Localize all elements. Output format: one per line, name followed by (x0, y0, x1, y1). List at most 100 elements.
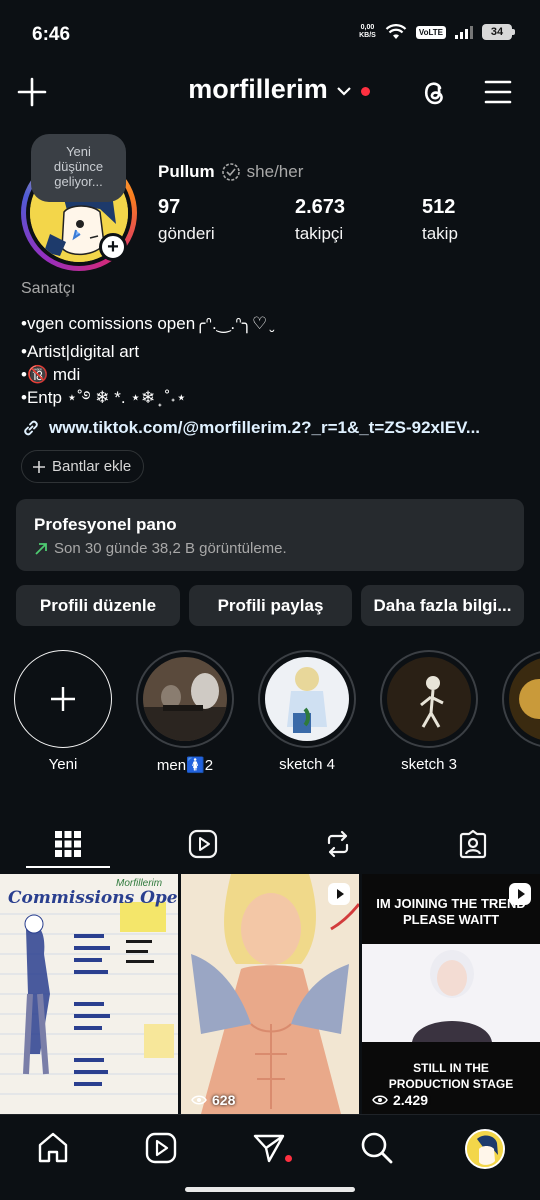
new-highlight[interactable]: Yeni (14, 650, 112, 773)
note-line: Yeni (66, 144, 91, 159)
highlight-item[interactable]: sketch 3 (380, 650, 478, 773)
note-bubble[interactable]: Yeni düşünce geliyor... (31, 134, 126, 202)
highlight-item[interactable]: men🚺2 (136, 650, 234, 774)
post-brand: Morfillerim (116, 878, 163, 889)
volte-badge: VoLTE (415, 25, 446, 39)
bio-link-text: www.tiktok.com/@morfillerim.2?_r=1&_t=ZS… (49, 418, 481, 437)
profile-tabs (0, 818, 540, 870)
repost-icon (327, 830, 348, 858)
chevron-down-icon (336, 87, 351, 96)
home-icon[interactable] (36, 1131, 70, 1165)
display-name-row: Pullum she/her (158, 162, 303, 182)
highlight-cover (509, 657, 540, 741)
signal-icon (455, 26, 473, 39)
stat-posts[interactable]: 97 gönderi (158, 196, 215, 244)
professional-dashboard[interactable]: Profesyonel pano Son 30 günde 38,2 B gör… (16, 499, 524, 571)
edit-profile-button[interactable]: Profili düzenle (16, 585, 180, 626)
note-line: geliyor... (54, 174, 103, 189)
add-banners-chip[interactable]: Bantlar ekle (21, 450, 145, 483)
username-title: morfillerim (188, 74, 328, 104)
bio: •vgen comissions open╭ᐢ.‿.ᐢ╮♡ ̮ •Artist|… (21, 312, 272, 409)
tab-reels[interactable] (135, 818, 270, 870)
direct-message-icon[interactable] (252, 1131, 286, 1165)
status-time: 6:46 (32, 24, 71, 45)
tab-tagged[interactable] (405, 818, 540, 870)
tab-reposts[interactable] (270, 818, 405, 870)
stat-value: 512 (422, 196, 456, 218)
link-icon (24, 420, 38, 436)
highlight-item[interactable]: sketch 4 (258, 650, 356, 773)
threads-badge-icon (221, 163, 240, 181)
post-views: 628 (191, 1092, 235, 1108)
account-switcher[interactable]: morfillerim (0, 74, 540, 105)
play-views-icon (372, 1095, 388, 1105)
wifi-icon (385, 24, 407, 39)
highlight-label: men🚺2 (156, 757, 214, 774)
dashboard-title: Profesyonel pano (34, 515, 177, 534)
share-profile-button[interactable]: Profili paylaş (189, 585, 352, 626)
bio-line: •Artist|digital art (21, 342, 140, 361)
status-bar: 6:46 0,00 KB/S VoLTE 34 (0, 0, 540, 72)
bio-line: •🔞 mdi (21, 365, 81, 384)
profile-tab-avatar[interactable] (465, 1129, 505, 1169)
post-thumbnail[interactable]: Commissions Open Morfillerim (0, 874, 178, 1114)
bio-line: •vgen comissions open╭ᐢ.‿.ᐢ╮♡ ̮ (21, 314, 272, 333)
tab-grid[interactable] (0, 818, 135, 870)
active-tab-indicator (26, 866, 110, 868)
post-bottom-text: STILL IN THE PRODUCTION STAGE (388, 1061, 514, 1091)
profile-actions: Profili düzenle Profili paylaş Daha fazl… (16, 585, 524, 626)
reels-nav-icon[interactable] (144, 1131, 178, 1165)
highlight-cover (265, 657, 349, 741)
home-indicator (185, 1187, 355, 1192)
reel-badge-icon (328, 883, 350, 905)
stat-value: 97 (158, 196, 181, 218)
stat-following[interactable]: 512 takip (422, 196, 458, 244)
note-line: düşünce (53, 159, 104, 174)
post-title: Commissions Open (8, 888, 178, 908)
highlight-item[interactable] (502, 650, 540, 748)
highlight-cover (387, 657, 471, 741)
dashboard-subtitle: Son 30 günde 38,2 B görüntüleme. (34, 540, 506, 557)
highlight-label: sketch 4 (279, 756, 335, 773)
menu-icon[interactable] (484, 78, 512, 106)
chip-label: Bantlar ekle (52, 458, 132, 475)
tagged-icon (459, 829, 486, 859)
stat-label: gönderi (158, 224, 215, 243)
stat-followers[interactable]: 2.673 takipçi (295, 196, 345, 244)
profile-header: morfillerim (0, 72, 540, 112)
messages-notification-dot (285, 1155, 292, 1162)
post-top-text: IM JOINING THE TREND PLEASE WAITT (376, 896, 526, 927)
reel-badge-icon (509, 883, 531, 905)
post-image (0, 874, 178, 1114)
plus-icon (33, 460, 45, 473)
stat-label: takipçi (295, 224, 344, 243)
network-speed-value: 0,00 (360, 24, 375, 31)
network-speed-unit: KB/S (359, 32, 376, 39)
trend-up-icon (35, 542, 47, 555)
plus-icon (51, 687, 75, 711)
play-views-icon (191, 1095, 207, 1105)
bio-line: •Entp ⋆˚࿔ ❄ *. ⋆❄ ̟ ˚˖⋆ (21, 388, 187, 407)
pronouns: she/her (246, 162, 304, 181)
post-views-count: 628 (212, 1092, 236, 1108)
bio-link[interactable]: www.tiktok.com/@morfillerim.2?_r=1&_t=ZS… (21, 418, 480, 438)
story-highlights: Yeni men🚺2 sketch 4 sketch 3 (0, 650, 540, 790)
post-views: 2.429 (372, 1092, 428, 1108)
post-thumbnail[interactable]: 628 (181, 874, 359, 1114)
profile-category: Sanatçı (21, 280, 76, 297)
status-icons: 0,00 KB/S VoLTE 34 (359, 24, 515, 40)
grid-icon (54, 831, 81, 857)
search-icon[interactable] (360, 1131, 394, 1165)
post-thumbnail[interactable]: IM JOINING THE TREND PLEASE WAITT STILL … (362, 874, 540, 1114)
highlight-label: Yeni (48, 756, 78, 773)
posts-grid: Commissions Open Morfillerim 628 IM JOIN… (0, 874, 540, 1114)
highlight-label: sketch 3 (401, 756, 457, 773)
threads-icon[interactable] (418, 76, 450, 108)
more-info-button[interactable]: Daha fazla bilgi... (361, 585, 524, 626)
reels-icon (188, 829, 217, 859)
dashboard-subtitle-text: Son 30 günde 38,2 B görüntüleme. (54, 540, 287, 557)
highlight-cover (143, 657, 227, 741)
stat-label: takip (422, 224, 458, 243)
network-speed: 0,00 KB/S (359, 24, 376, 40)
add-story-button[interactable]: + (99, 233, 127, 261)
